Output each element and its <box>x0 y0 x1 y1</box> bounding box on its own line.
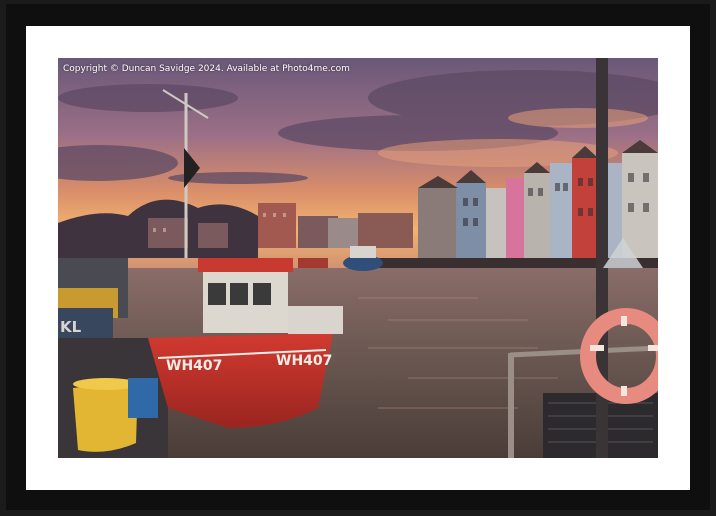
boat-registration-right: WH407 <box>276 353 332 369</box>
hull-letters: KL <box>60 318 82 336</box>
copyright-watermark: Copyright © Duncan Savidge 2024. Availab… <box>63 64 350 74</box>
harbour-photo: WH407 WH407 KL Copyright © Duncan Savidg… <box>58 58 658 458</box>
boat-registration-left: WH407 <box>166 358 222 374</box>
